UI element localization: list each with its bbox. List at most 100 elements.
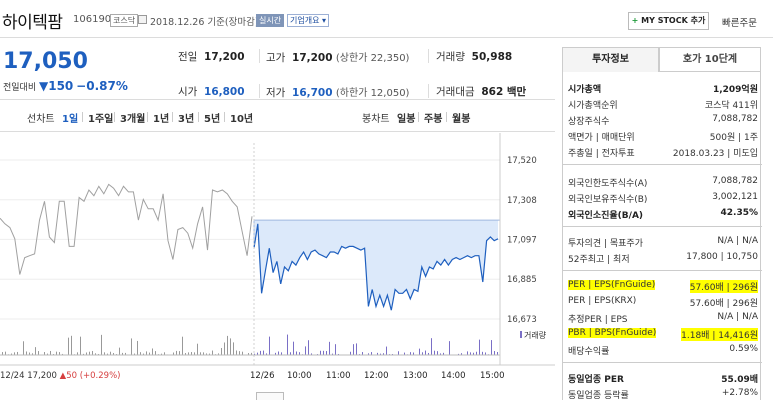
section-divider: [563, 164, 762, 165]
info-value: 1,209억원: [712, 85, 758, 95]
tab-5year[interactable]: 5년: [204, 110, 220, 125]
info-label: 추정PER | EPS: [568, 315, 628, 325]
divider: [259, 84, 260, 98]
company-info-dropdown[interactable]: 기업개요 ▾: [287, 14, 330, 27]
invest-info-body: 시가총액 1,209억원 시가총액순위 코스닥 411위 상장주식수 7,088,782 액…: [562, 72, 762, 400]
volume-bar: [425, 350, 426, 355]
tab-monthly-candle[interactable]: 월봉: [452, 110, 470, 125]
tab-3year[interactable]: 3년: [178, 110, 194, 125]
realtime-button[interactable]: 실시간: [256, 14, 285, 27]
info-value: 57.60배 | 296원: [689, 280, 758, 293]
volume-bar: [479, 339, 480, 355]
period-selector: 선차트 1일 1주일 3개월 1년 3년 5년 10년 봉차트 일봉 주봉 월봉: [0, 101, 555, 132]
price-summary: 17,050 전일대비 ▼150 −0.87% 전일 17,200 고가 17,…: [0, 39, 555, 100]
section-divider: [563, 270, 762, 271]
x-tick-label: 12/26: [250, 371, 275, 381]
volume-bar: [431, 338, 432, 355]
volume-bar: [356, 343, 357, 355]
volume-bar: [155, 351, 156, 355]
y-tick-label: 16,885: [507, 275, 537, 285]
info-label: PER | EPS(FnGuide): [568, 280, 656, 290]
volume-bar: [260, 350, 261, 355]
info-row: 52주최고 | 최저 17,800 | 10,750: [568, 252, 758, 265]
info-label: PBR | BPS(FnGuide): [568, 328, 657, 338]
info-row: 배당수익률 0.59%: [568, 344, 758, 357]
volume-bar: [176, 350, 177, 355]
open-cell: 시가 16,800: [178, 84, 245, 99]
volume-bar: [5, 351, 6, 355]
info-label: 상장주식수: [568, 117, 610, 127]
volume-bar: [23, 341, 24, 355]
volume-legend-label: 거래량: [524, 330, 547, 340]
info-row: 시가총액 1,209억원: [568, 82, 758, 95]
volume-bar: [224, 342, 225, 355]
fast-order-link[interactable]: 빠른주문: [722, 15, 757, 29]
volume-bar: [50, 350, 51, 355]
info-row: 동일업종 PER 55.09배: [568, 372, 758, 385]
info-row: 외국인보유주식수(B) 3,002,121: [568, 192, 758, 205]
volume-bar: [419, 348, 420, 355]
volume-bar: [68, 337, 69, 355]
info-value: 0.59%: [729, 344, 758, 354]
info-value: 42.35%: [720, 208, 759, 218]
stock-header: 하이텍팜 106190 코스닥 2018.12.26 기준(장마감) 실시간 기…: [0, 0, 773, 38]
y-tick-label: 16,673: [507, 315, 537, 325]
volume-bar: [182, 336, 183, 355]
tab-1day[interactable]: 1일: [62, 110, 78, 125]
info-label: PER | EPS(KRX): [568, 296, 637, 306]
divider: [428, 84, 429, 98]
divider: [428, 49, 429, 63]
tab-10year[interactable]: 10년: [230, 110, 253, 125]
company-name: 하이텍팜: [2, 13, 63, 33]
x-tick-label: 12:00: [364, 371, 389, 381]
upper-limit: (상한가 22,350): [335, 53, 410, 64]
add-mystock-button[interactable]: + MY STOCK 추가: [628, 12, 709, 30]
prev-close-value: 17,200: [204, 51, 245, 63]
tab-quote-10[interactable]: 호가 10단계: [659, 47, 761, 72]
amount-value: 862 백만: [481, 86, 527, 98]
info-value: 1.18배 | 14,416원: [681, 328, 758, 341]
info-row: PER | EPS(FnGuide) 57.60배 | 296원: [568, 280, 758, 293]
info-label: 배당수익률: [568, 347, 610, 357]
info-value: 57.60배 | 296원: [689, 299, 758, 309]
tab-3month[interactable]: 3개월: [120, 110, 145, 125]
x-tick-label: 11:00: [326, 371, 351, 381]
divider: [172, 112, 173, 122]
volume-bar: [449, 341, 450, 355]
volume-bar: [353, 344, 354, 355]
chart-expand-handle[interactable]: [256, 392, 284, 400]
info-label: 동일업종 등락률: [568, 391, 629, 400]
volume-bar: [398, 351, 399, 355]
prev-day-date-price: 12/24 17,200: [0, 371, 60, 381]
prev-day-series-line: [0, 183, 253, 275]
tab-invest-info[interactable]: 투자정보: [562, 47, 659, 72]
info-value: 3,002,121: [712, 192, 758, 202]
tab-1year[interactable]: 1년: [153, 110, 169, 125]
tab-daily-candle[interactable]: 일봉: [397, 110, 415, 125]
volume-bar: [386, 346, 387, 355]
info-label: 시가총액: [568, 85, 602, 95]
volume-bar: [80, 336, 81, 355]
volume-bar: [92, 350, 93, 355]
tab-weekly-candle[interactable]: 주봉: [424, 110, 442, 125]
open-value: 16,800: [204, 86, 245, 98]
x-tick-label: 15:00: [480, 371, 505, 381]
volume-bar: [197, 343, 198, 355]
prev-day-change: ▲50 (+0.29%): [60, 371, 121, 381]
info-value: 7,088,782: [712, 176, 758, 186]
tab-1week[interactable]: 1주일: [88, 110, 113, 125]
down-arrow-icon: ▼: [39, 79, 49, 93]
info-label: 액면가 | 매매단위: [568, 133, 635, 143]
section-divider: [563, 362, 762, 363]
volume-label: 거래량: [436, 51, 465, 63]
info-value: 17,800 | 10,750: [686, 252, 758, 262]
current-price: 17,050: [3, 49, 88, 74]
high-label: 고가: [266, 52, 286, 64]
info-label: 외국인소진율(B/A): [568, 211, 644, 221]
low-cell: 저가 16,700 (하한가 12,050): [266, 84, 409, 100]
info-row: PBR | BPS(FnGuide) 1.18배 | 14,416원: [568, 328, 758, 341]
volume-bar: [296, 351, 297, 355]
volume-bar: [38, 351, 39, 355]
prev-close-label: 전일: [178, 51, 198, 63]
info-label: 시가총액순위: [568, 101, 618, 111]
